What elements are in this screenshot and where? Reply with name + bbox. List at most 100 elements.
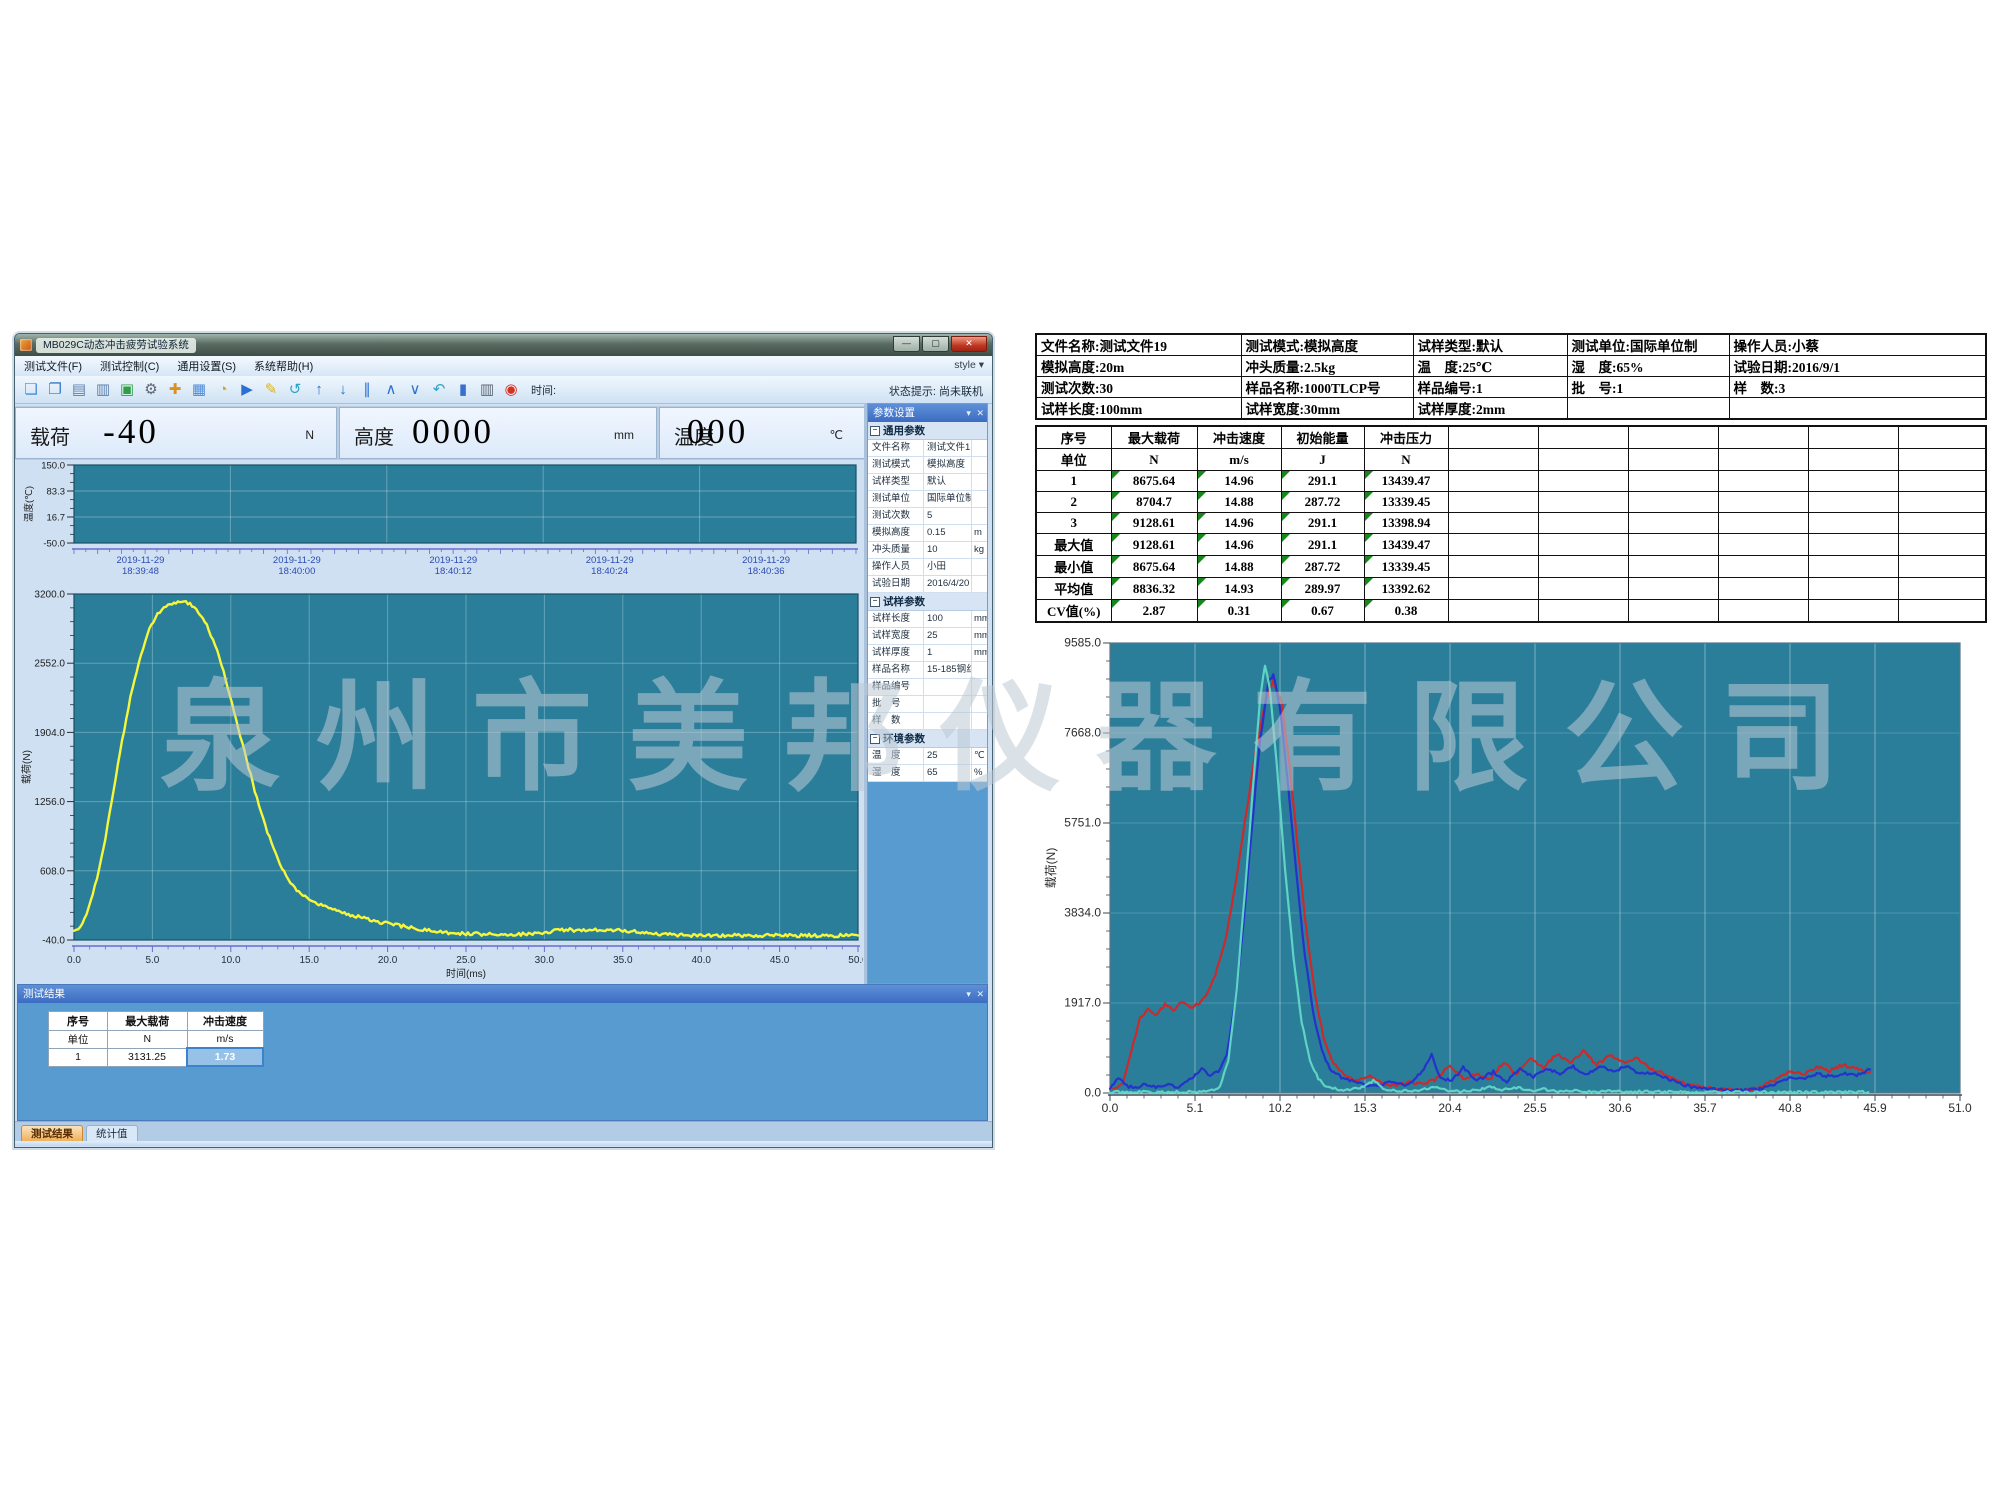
start-test-icon[interactable]: ▶ [235,378,259,402]
svg-text:7668.0: 7668.0 [1064,726,1101,740]
display-unit: ℃ [830,428,843,442]
pause-icon[interactable]: ∥ [355,378,379,402]
parameter-panel: 参数设置 ▾ ✕ −通用参数文件名称测试文件1测试模式模拟高度试样类型默认测试单… [867,403,988,984]
param-value[interactable]: 测试文件1 [924,440,972,456]
display-value: -40 [16,412,246,452]
info-cell: 文件名称:测试文件19 [1036,334,1241,356]
param-value[interactable] [924,696,972,712]
param-value[interactable]: 65 [924,765,972,781]
jog-up-icon[interactable]: ∧ [379,378,403,402]
move-down-icon[interactable]: ↓ [331,378,355,402]
param-row: 湿 度65% [868,765,987,782]
data-cell [1538,492,1628,513]
lock-icon[interactable]: ▮ [451,378,475,402]
param-value[interactable]: 0.15 [924,525,972,541]
param-value[interactable] [924,713,972,729]
pin-icon[interactable]: ▾ [966,989,971,999]
param-value[interactable] [924,679,972,695]
svg-text:40.8: 40.8 [1778,1101,1802,1115]
report-info-table: 文件名称:测试文件19测试模式:模拟高度试样类型:默认测试单位:国际单位制操作人… [1035,333,1987,420]
svg-text:5751.0: 5751.0 [1064,816,1101,830]
data-cell [1898,556,1986,578]
power-icon[interactable]: ◉ [499,378,523,402]
data-cell: 初始能量 [1281,426,1364,449]
param-value[interactable]: 国际单位制 [924,491,972,507]
menu-item-3[interactable]: 通用设置(S) [168,358,245,374]
jog-down-icon[interactable]: ∨ [403,378,427,402]
param-unit [972,576,987,592]
result-cell: N [108,1031,188,1049]
info-cell: 温 度:25℃ [1413,356,1567,377]
svg-text:608.0: 608.0 [40,866,65,877]
reset-icon[interactable]: ↺ [283,378,307,402]
close-panel-icon[interactable]: ✕ [976,989,984,999]
clean-icon[interactable]: ✎ [259,378,283,402]
param-section-3[interactable]: −环境参数 [868,730,987,748]
window-title: MB029C动态冲击疲劳试验系统 [36,338,196,353]
close-button[interactable]: ✕ [951,336,987,352]
maximize-button[interactable]: ▢ [922,336,949,352]
minimize-button[interactable]: — [893,336,920,352]
device-check-icon[interactable]: ▣ [115,378,139,402]
data-cell [1808,492,1898,513]
save-icon[interactable]: ▤ [67,378,91,402]
data-cell [1628,492,1718,513]
param-name: 操作人员 [868,559,924,575]
menu-item-2[interactable]: 测试控制(C) [91,358,168,374]
settings-gear-icon[interactable]: ⚙ [139,378,163,402]
pin-icon[interactable]: ▾ [966,408,971,418]
param-value[interactable]: 1 [924,645,972,661]
new-file-icon[interactable]: ❏ [19,378,43,402]
param-value[interactable]: 100 [924,611,972,627]
close-panel-icon[interactable]: ✕ [976,408,984,418]
param-name: 测试模式 [868,457,924,473]
param-section-1[interactable]: −通用参数 [868,422,987,440]
data-cell [1808,426,1898,449]
menu-item-1[interactable]: 测试文件(F) [15,358,91,374]
param-value[interactable]: 25 [924,628,972,644]
param-value[interactable]: 5 [924,508,972,524]
style-dropdown[interactable]: style ▾ [954,359,984,371]
data-cell: 8675.64 [1111,471,1197,492]
param-section-2[interactable]: −试样参数 [868,593,987,611]
display-strip: 载荷-40N高度0000mm温度000℃ [15,406,864,460]
timer-icon[interactable]: ◔ [211,378,235,402]
svg-text:150.0: 150.0 [41,461,65,472]
app-window: MB029C动态冲击疲劳试验系统 — ▢ ✕ 测试文件(F)测试控制(C)通用设… [14,333,993,1148]
export-icon[interactable]: ▥ [91,378,115,402]
test-result-panel: 测试结果 ▾ ✕ 序号最大载荷冲击速度单位Nm/s13131.251.73 [17,984,988,1121]
time-label: 时间: [531,382,556,398]
param-value[interactable]: 默认 [924,474,972,490]
svg-text:25.0: 25.0 [456,955,476,966]
data-view-icon[interactable]: ▥ [475,378,499,402]
collapse-icon[interactable]: − [870,426,880,436]
collapse-icon[interactable]: − [870,734,880,744]
data-cell: 序号 [1036,426,1111,449]
param-value[interactable]: 15-185钢丝带 [924,662,972,678]
calibration-icon[interactable]: ✚ [163,378,187,402]
param-value[interactable]: 10 [924,542,972,558]
data-cell [1808,449,1898,471]
data-cell [1628,513,1718,534]
data-cell: 14.88 [1197,556,1281,578]
result-panel-titlebar: 测试结果 ▾ ✕ [18,985,987,1003]
move-up-icon[interactable]: ↑ [307,378,331,402]
sensor-grid-icon[interactable]: ▦ [187,378,211,402]
info-row: 测试次数:30样品名称:1000TLCP号样品编号:1批 号:1样 数:3 [1036,377,1986,398]
param-value[interactable]: 25 [924,748,972,764]
collapse-icon[interactable]: − [870,597,880,607]
data-cell [1898,471,1986,492]
param-value[interactable]: 2016/4/20 [924,576,972,592]
param-row: 模拟高度0.15m [868,525,987,542]
param-value[interactable]: 小田 [924,559,972,575]
display-unit: mm [614,428,634,442]
data-cell [1808,578,1898,600]
data-cell [1538,578,1628,600]
data-cell: 冲击压力 [1364,426,1448,449]
data-cell [1448,534,1538,556]
menu-item-4[interactable]: 系统帮助(H) [245,358,322,374]
param-row: 试样厚度1mm [868,645,987,662]
open-file-icon[interactable]: ❐ [43,378,67,402]
return-icon[interactable]: ↶ [427,378,451,402]
param-value[interactable]: 模拟高度 [924,457,972,473]
